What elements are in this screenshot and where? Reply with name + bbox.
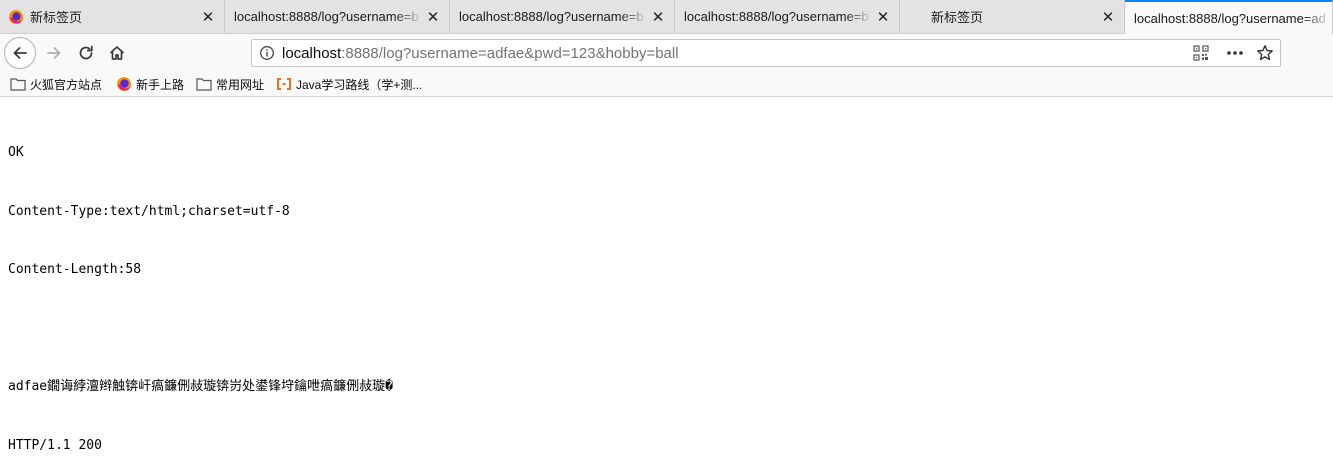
bracket-logo-icon	[276, 76, 292, 92]
bookmark-label: 常用网址	[216, 77, 265, 92]
response-line: OK	[8, 145, 24, 160]
reload-icon	[79, 45, 93, 60]
tab-title: 新标签页	[931, 10, 984, 25]
url-path: :8888/log?username=adfae&pwd=123&hobby=b…	[341, 44, 679, 62]
home-button[interactable]	[102, 38, 132, 68]
home-icon	[109, 46, 125, 60]
tab-title: localhost:8888/log?username=b	[684, 9, 869, 24]
tab-new-tab-1[interactable]: 新标签页 ✕	[0, 0, 225, 33]
bookmark-star-icon[interactable]	[1250, 40, 1280, 66]
firefox-icon	[116, 76, 132, 92]
bookmark-label: Java学习路线（学+测...	[296, 77, 423, 92]
forward-button[interactable]	[39, 38, 69, 68]
tab-title: 新标签页	[30, 10, 83, 25]
response-line: Content-Length:58	[8, 262, 142, 277]
response-line: Content-Type:text/html;charset=utf-8	[8, 203, 290, 219]
arrow-left-icon	[13, 47, 27, 59]
bookmark-firefox-official[interactable]: 火狐官方站点	[10, 75, 102, 93]
close-icon[interactable]: ✕	[873, 8, 893, 26]
close-icon[interactable]: ✕	[423, 8, 443, 26]
info-icon[interactable]	[252, 45, 282, 61]
tab-localhost-2[interactable]: localhost:8888/log?username=b ✕	[450, 0, 675, 33]
tab-title: localhost:8888/log?username=b	[459, 9, 644, 24]
arrow-right-icon	[47, 47, 61, 59]
bookmark-label: 新手上路	[136, 77, 185, 92]
url-text[interactable]: localhost:8888/log?username=adfae&pwd=12…	[282, 45, 679, 62]
bookmark-getting-started[interactable]: 新手上路	[116, 75, 184, 93]
bookmark-label: 火狐官方站点	[30, 77, 103, 92]
close-icon[interactable]: ✕	[648, 8, 668, 26]
tab-strip: 新标签页 ✕ localhost:8888/log?username=b ✕ l…	[0, 0, 1333, 34]
folder-icon	[10, 76, 26, 92]
address-bar[interactable]: localhost:8888/log?username=adfae&pwd=12…	[251, 39, 1281, 67]
response-line: adfae鐗诲綍澶辫触锛屽瘑鐮侀敊璇锛岃处鍙锋垨鑰呭瘑鐮侀敊璇�	[8, 379, 393, 394]
tab-title: localhost:8888/log?username=b	[234, 9, 419, 24]
tab-localhost-1[interactable]: localhost:8888/log?username=b ✕	[225, 0, 450, 33]
tab-localhost-3[interactable]: localhost:8888/log?username=b ✕	[675, 0, 900, 33]
url-host: localhost	[282, 44, 342, 62]
response-line: HTTP/1.1 200	[8, 437, 102, 453]
close-icon[interactable]: ✕	[1098, 8, 1118, 26]
folder-icon	[196, 76, 212, 92]
navigation-toolbar: localhost:8888/log?username=adfae&pwd=12…	[0, 34, 1333, 72]
tab-new-tab-2[interactable]: 新标签页 ✕	[900, 0, 1125, 33]
bookmarks-toolbar: 火狐官方站点 新手上路 常用网址 Java学习路线（学+测...	[0, 72, 1333, 97]
back-button[interactable]	[4, 37, 36, 69]
page-actions-icon[interactable]	[1220, 40, 1250, 66]
qr-code-icon[interactable]	[1186, 40, 1216, 66]
bookmark-common-sites[interactable]: 常用网址	[196, 75, 264, 93]
firefox-icon	[9, 9, 23, 24]
tab-localhost-active[interactable]: localhost:8888/log?username=ad	[1125, 0, 1333, 34]
response-line	[8, 319, 393, 339]
reload-button[interactable]	[71, 38, 101, 68]
bookmark-java-roadmap[interactable]: Java学习路线（学+测...	[276, 75, 422, 93]
close-icon[interactable]: ✕	[198, 8, 218, 26]
response-text: OK Content-Type:text/html;charset=utf-8 …	[8, 104, 393, 475]
tab-title: localhost:8888/log?username=ad	[1134, 10, 1326, 26]
